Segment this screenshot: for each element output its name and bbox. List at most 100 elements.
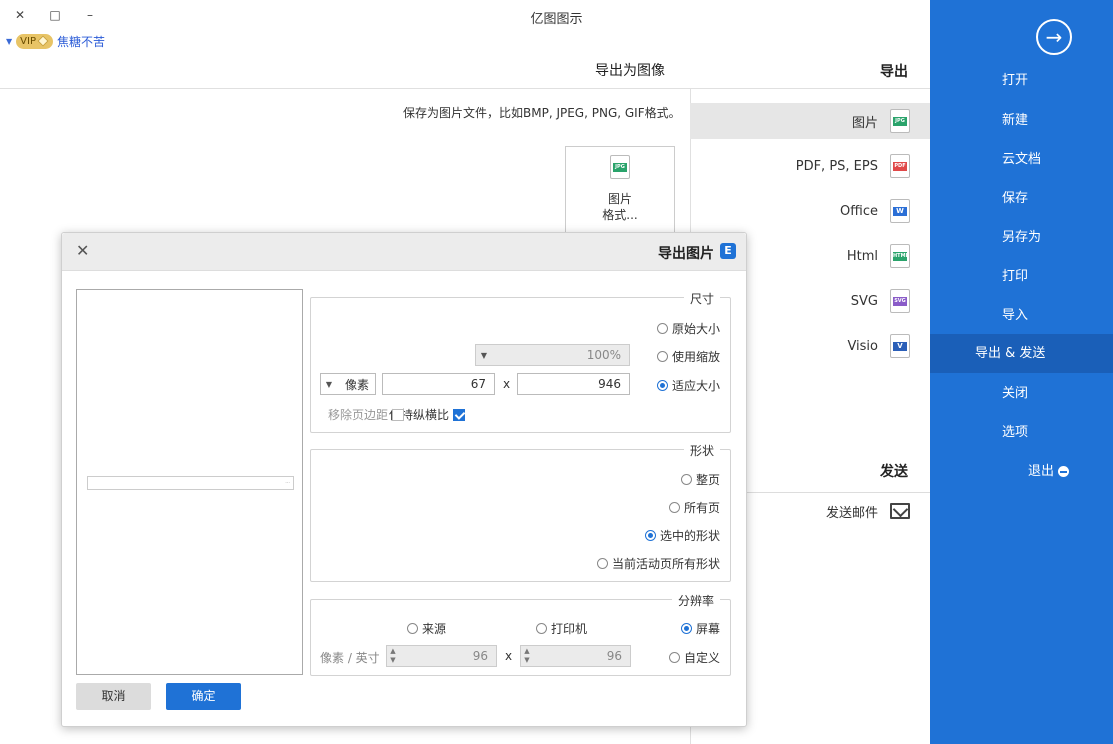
size-group: 尺寸 原始大小 使用缩放 ▼ 100% 适应大小 946 x 67 ▼ 像素 保… <box>310 290 731 433</box>
format-office[interactable]: Office W <box>690 193 930 229</box>
main-heading: 导出为图像 <box>595 63 665 79</box>
size-x-separator: x <box>503 377 511 391</box>
visio-file-icon: V <box>890 334 910 358</box>
card-label-line2: 格式... <box>602 208 638 222</box>
sidebar-item-options[interactable]: 选项 <box>930 413 1113 452</box>
radio-button[interactable] <box>407 623 418 634</box>
checkbox[interactable] <box>392 408 405 421</box>
radio-button[interactable] <box>656 380 668 391</box>
html-file-icon: HTML <box>890 244 910 268</box>
sidebar-item-import[interactable]: 导入 <box>930 296 1113 335</box>
radio-label: 适应大小 <box>671 379 720 393</box>
resolution-x-input[interactable]: ▲ ▼ 96 <box>520 645 631 667</box>
format-label: Visio <box>847 338 878 354</box>
unit-value: 像素 <box>345 377 370 392</box>
radio-label: 打印机 <box>551 622 588 636</box>
radio-button[interactable] <box>668 502 680 513</box>
dropdown-caret-icon: ▼ <box>480 350 488 360</box>
format-image[interactable]: 图片 JPG <box>690 103 930 139</box>
exit-icon <box>1058 466 1070 477</box>
zoom-select[interactable]: ▼ 100% <box>475 344 630 366</box>
height-value: 67 <box>470 377 486 391</box>
spinner-icon[interactable]: ▲ ▼ <box>521 647 533 665</box>
sidebar-item-new[interactable]: 新建 <box>930 101 1113 140</box>
size-group-title: 尺寸 <box>683 290 720 307</box>
format-label: PDF, PS, EPS <box>795 158 878 174</box>
sidebar-item-save[interactable]: 保存 <box>930 179 1113 218</box>
preview-pane: ··· <box>76 289 303 675</box>
radio-screen[interactable]: 屏幕 <box>680 620 720 637</box>
resolution-group-title: 分辨率 <box>671 592 720 609</box>
radio-button[interactable] <box>644 530 656 541</box>
format-label: 图片 <box>851 115 878 131</box>
exit-label: 退出 <box>1028 464 1055 479</box>
format-label: Office <box>840 203 878 219</box>
sidebar-item-close[interactable]: 关闭 <box>930 374 1113 413</box>
jpg-file-icon: JPG <box>610 155 630 179</box>
shape-group: 形状 整页 所有页 选中的形状 当前活动页所有形状 <box>310 442 731 582</box>
send-heading: 发送 <box>880 464 908 480</box>
resolution-y-input[interactable]: ▲ ▼ 96 <box>386 645 497 667</box>
export-heading: 导出 <box>880 64 908 80</box>
ok-button[interactable]: 确定 <box>166 683 241 710</box>
back-arrow-button[interactable]: → <box>1036 19 1072 55</box>
mail-icon <box>890 503 910 519</box>
radio-button[interactable] <box>680 623 692 634</box>
spinner-icon[interactable]: ▲ ▼ <box>387 647 399 665</box>
word-file-icon: W <box>890 199 910 223</box>
dialog-title: 导出图片 <box>658 246 714 262</box>
pdf-file-icon: PDF <box>890 154 910 178</box>
sidebar-item-print[interactable]: 打印 <box>930 257 1113 296</box>
radio-button[interactable] <box>596 558 608 569</box>
radio-custom[interactable]: 自定义 <box>668 649 720 666</box>
width-value: 946 <box>598 377 621 391</box>
radio-current-page-shapes[interactable]: 当前活动页所有形状 <box>596 555 720 572</box>
checkbox[interactable] <box>453 408 466 421</box>
radio-button[interactable] <box>680 474 692 485</box>
radio-label: 使用缩放 <box>671 350 720 364</box>
remove-margin-checkbox[interactable]: 移除页边距 <box>328 406 405 423</box>
format-pdf[interactable]: PDF, PS, EPS PDF <box>690 148 930 184</box>
radio-button[interactable] <box>656 323 668 334</box>
radio-use-zoom[interactable]: 使用缩放 <box>656 348 720 365</box>
dropdown-caret-icon[interactable]: ▼ <box>6 37 12 46</box>
radio-button[interactable] <box>668 652 680 663</box>
radio-selected-shapes[interactable]: 选中的形状 <box>644 527 720 544</box>
sidebar-item-exit[interactable]: 退出 <box>930 452 1113 491</box>
zoom-value: 100% <box>586 348 621 362</box>
main-description: 保存为图片文件，比如BMP, JPEG, PNG, GIF格式。 <box>403 106 681 120</box>
radio-whole-page[interactable]: 整页 <box>680 471 720 488</box>
svg-file-icon: SVG <box>890 289 910 313</box>
radio-button[interactable] <box>656 351 668 362</box>
height-input[interactable]: 67 <box>382 373 495 395</box>
dropdown-caret-icon: ▼ <box>325 379 333 389</box>
app-logo-icon: E <box>720 243 736 259</box>
user-name[interactable]: 焦糖不苦 <box>57 33 105 50</box>
radio-button[interactable] <box>536 623 547 634</box>
radio-printer[interactable]: 打印机 <box>536 620 587 637</box>
image-format-card[interactable]: JPG 图片 格式... <box>565 146 675 236</box>
resolution-y-value: 96 <box>472 649 488 663</box>
radio-fit-size[interactable]: 适应大小 <box>656 377 720 394</box>
sidebar-item-open[interactable]: 打开 <box>930 61 1113 100</box>
close-icon[interactable]: ✕ <box>76 241 89 260</box>
radio-all-pages[interactable]: 所有页 <box>668 499 720 516</box>
sidebar-item-save-as[interactable]: 另存为 <box>930 218 1113 257</box>
sidebar-item-cloud[interactable]: 云文档 <box>930 140 1113 179</box>
radio-label: 自定义 <box>683 651 720 665</box>
vip-bar[interactable]: ▼ VIP 焦糖不苦 <box>6 33 105 49</box>
unit-select[interactable]: ▼ 像素 <box>320 373 376 395</box>
cancel-button[interactable]: 取消 <box>76 683 151 710</box>
radio-label: 整页 <box>695 473 720 487</box>
sidebar-item-export-send[interactable]: 导出 & 发送 <box>930 334 1113 373</box>
backstage-sidebar: → 打开 新建 云文档 保存 另存为 打印 导入 导出 & 发送 关闭 选项 退… <box>930 0 1113 744</box>
send-email-label: 发送邮件 <box>825 505 878 521</box>
dialog-header: ✕ 导出图片 E <box>62 233 746 271</box>
width-input[interactable]: 946 <box>517 373 630 395</box>
radio-original-size[interactable]: 原始大小 <box>656 320 720 337</box>
checkbox-label: 移除页边距 <box>328 408 389 422</box>
radio-label: 原始大小 <box>671 322 720 336</box>
radio-source[interactable]: 来源 <box>407 620 446 637</box>
radio-label: 屏幕 <box>695 622 720 636</box>
resolution-group: 分辨率 屏幕 打印机 来源 自定义 ▲ ▼ 96 x ▲ ▼ 96 像素 / 英寸 <box>310 592 731 676</box>
